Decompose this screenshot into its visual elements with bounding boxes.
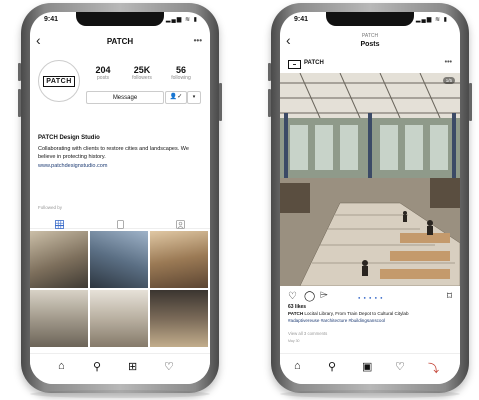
search-icon[interactable]: ⚲ bbox=[93, 360, 101, 373]
grid-post[interactable] bbox=[150, 231, 208, 288]
comment-icon[interactable]: ◯ bbox=[304, 291, 315, 302]
volume-button bbox=[268, 63, 271, 81]
post-header: ‹ PATCH Posts bbox=[280, 30, 460, 56]
volume-button bbox=[18, 63, 21, 81]
home-icon[interactable]: ⌂ bbox=[294, 360, 301, 372]
following-label: following bbox=[171, 75, 191, 81]
grid-tab[interactable] bbox=[55, 216, 64, 229]
reels-icon[interactable]: ▣ bbox=[362, 360, 372, 373]
header-account: PATCH bbox=[361, 33, 379, 39]
post-date: May 30 bbox=[288, 339, 300, 343]
bottom-nav: ⌂ ⚲ ⊞ ♡ bbox=[30, 353, 210, 384]
grid-post[interactable] bbox=[90, 290, 148, 347]
share-icon[interactable]: ⌲ bbox=[320, 290, 328, 301]
followers-label: followers bbox=[132, 75, 152, 81]
posts-label: posts bbox=[97, 75, 109, 81]
post-author-row: ▬ PATCH ••• bbox=[280, 58, 460, 72]
volume-button bbox=[268, 89, 271, 117]
heart-icon[interactable]: ♡ bbox=[395, 360, 405, 373]
phone-profile: 9:41 ▂▄▆ ≋ ▮ ‹ PATCH ••• PATCH 204 posts… bbox=[18, 3, 222, 393]
post-screen: 9:41 ▂▄▆ ≋ ▮ ‹ PATCH Posts ▬ PATCH ••• 1… bbox=[280, 12, 460, 384]
notch bbox=[76, 12, 164, 26]
message-button[interactable]: Message bbox=[86, 91, 164, 104]
view-comments-link[interactable]: View all 3 comments bbox=[288, 331, 327, 336]
reels-tab[interactable] bbox=[116, 216, 125, 229]
add-post-icon[interactable]: ⊞ bbox=[128, 360, 137, 373]
suggestions-dropdown-button[interactable]: ▾ bbox=[187, 91, 201, 104]
power-button bbox=[469, 83, 472, 121]
following-stat[interactable]: 56 following bbox=[164, 65, 198, 81]
search-icon[interactable]: ⚲ bbox=[328, 360, 336, 373]
followers-stat[interactable]: 25K followers bbox=[125, 65, 159, 81]
status-time: 9:41 bbox=[44, 16, 59, 23]
author-avatar[interactable]: ▬ bbox=[288, 60, 301, 69]
header-title: Posts bbox=[360, 41, 380, 48]
caption-hashtags[interactable]: #adaptivereuse #architecture #buildingsa… bbox=[288, 318, 385, 323]
likes-count[interactable]: 63 likes bbox=[288, 304, 306, 310]
home-icon[interactable]: ⌂ bbox=[58, 360, 65, 372]
bio-text: Collaborating with clients to restore ci… bbox=[38, 146, 189, 160]
notch bbox=[326, 12, 414, 26]
phone-shadow bbox=[280, 390, 460, 398]
status-icons: ▂▄▆ ≋ ▮ bbox=[415, 17, 448, 23]
followers-count: 25K bbox=[133, 65, 151, 75]
phone-post: 9:41 ▂▄▆ ≋ ▮ ‹ PATCH Posts ▬ PATCH ••• 1… bbox=[268, 3, 472, 393]
posts-stat[interactable]: 204 posts bbox=[86, 65, 120, 81]
carousel-dots: ● ● ● ● ● bbox=[358, 295, 384, 300]
grid-post[interactable] bbox=[90, 231, 148, 288]
tagged-icon bbox=[176, 220, 185, 229]
website-link[interactable]: www.patchdesignstudio.com bbox=[38, 163, 107, 169]
phone-shadow bbox=[30, 390, 210, 398]
profile-username: PATCH bbox=[106, 37, 134, 46]
patch-logo: PATCH bbox=[43, 75, 75, 87]
status-time: 9:41 bbox=[294, 16, 309, 23]
bottom-nav: ⌂ ⚲ ▣ ♡ ⤵ bbox=[280, 353, 460, 384]
posts-count: 204 bbox=[95, 65, 111, 75]
caption-username[interactable]: PATCH bbox=[288, 311, 303, 316]
power-button bbox=[219, 83, 222, 121]
volume-button bbox=[18, 89, 21, 117]
library-interior-image bbox=[280, 73, 460, 286]
followed-by[interactable]: Followed by bbox=[38, 205, 62, 210]
more-options-icon[interactable]: ••• bbox=[194, 36, 202, 45]
photo-counter: 1/5 bbox=[442, 77, 455, 84]
caption-text: Locital Library, From Train Depot to Cul… bbox=[303, 311, 409, 316]
grid-post[interactable] bbox=[30, 290, 88, 347]
avatar[interactable]: PATCH bbox=[38, 60, 80, 102]
reels-icon bbox=[117, 220, 124, 229]
like-icon[interactable]: ♡ bbox=[288, 291, 297, 302]
grid-post[interactable] bbox=[150, 290, 208, 347]
following-button[interactable]: 👤✓ bbox=[165, 91, 187, 104]
tagged-tab[interactable] bbox=[176, 216, 185, 229]
post-actions: ♡ ◯ ⌲ ● ● ● ● ● ⌑ bbox=[280, 290, 460, 305]
profile-header: ‹ PATCH ••• bbox=[30, 30, 210, 56]
profile-tabs bbox=[30, 214, 210, 229]
grid-icon bbox=[55, 220, 64, 229]
heart-icon[interactable]: ♡ bbox=[164, 360, 174, 373]
profile-screen: 9:41 ▂▄▆ ≋ ▮ ‹ PATCH ••• PATCH 204 posts… bbox=[30, 12, 210, 384]
profile-icon[interactable]: ⤵ bbox=[428, 360, 439, 376]
status-icons: ▂▄▆ ≋ ▮ bbox=[165, 17, 198, 23]
following-count: 56 bbox=[175, 65, 186, 75]
post-photo[interactable]: 1/5 bbox=[280, 73, 460, 286]
save-icon[interactable]: ⌑ bbox=[447, 291, 452, 302]
author-name[interactable]: PATCH bbox=[304, 60, 324, 66]
grid-post[interactable] bbox=[30, 231, 88, 288]
post-caption: PATCH Locital Library, From Train Depot … bbox=[288, 311, 453, 324]
post-options-icon[interactable]: ••• bbox=[445, 59, 452, 66]
bio-name: PATCH Design Studio bbox=[38, 135, 100, 141]
